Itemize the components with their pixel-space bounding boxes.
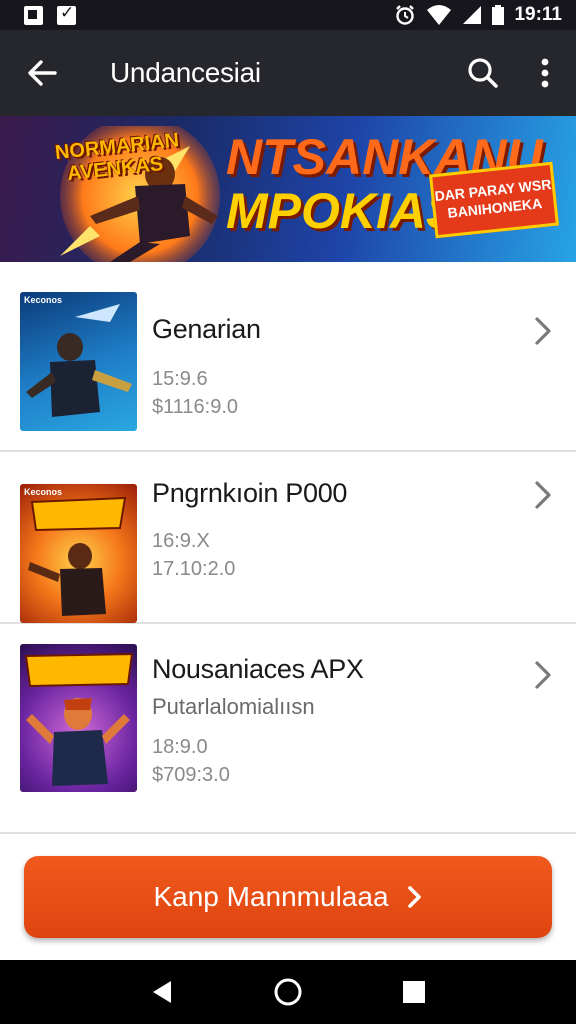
search-icon bbox=[468, 58, 498, 88]
system-nav-bar bbox=[0, 960, 576, 1024]
status-time: 19:11 bbox=[514, 4, 562, 25]
game-art bbox=[26, 304, 132, 417]
more-vert-icon bbox=[541, 58, 549, 88]
chevron-right-icon bbox=[535, 481, 551, 509]
back-arrow-icon bbox=[28, 60, 57, 86]
item-thumbnail: Keconos bbox=[20, 292, 137, 431]
item-subtitle: Putarlalomialıısn bbox=[152, 694, 315, 719]
battery-icon bbox=[492, 5, 505, 25]
item-version: 16:9.X bbox=[152, 530, 210, 552]
promo-banner[interactable]: NORMARIAN AVENKAS NTSANKANU MPOKIAS DAR … bbox=[0, 116, 576, 262]
list-item[interactable]: Keconos Genarian 15:9.6 $1116:9.0 bbox=[0, 262, 576, 452]
primary-action-button[interactable]: Kanp Mannmulaaa bbox=[24, 856, 552, 938]
item-price: $709:3.0 bbox=[152, 764, 230, 786]
checkbox-icon bbox=[57, 3, 76, 25]
app-list: Keconos Genarian 15:9.6 $1116:9.0 Kecono… bbox=[0, 262, 576, 834]
recents-square-icon[interactable] bbox=[402, 980, 426, 1004]
notification-icon bbox=[24, 5, 43, 25]
item-thumbnail bbox=[20, 644, 137, 792]
page-title: Undancesiai bbox=[110, 57, 261, 88]
list-item[interactable]: Keconos Pngrnkıoin P000 16:9.X 17.10:2.0 bbox=[0, 452, 576, 624]
back-button[interactable] bbox=[0, 30, 84, 116]
game-art bbox=[24, 652, 134, 786]
search-button[interactable] bbox=[452, 30, 514, 116]
cta-area: Kanp Mannmulaaa bbox=[0, 834, 576, 960]
home-circle-icon[interactable] bbox=[273, 977, 303, 1007]
item-price: 17.10:2.0 bbox=[152, 558, 236, 580]
app-bar: Undancesiai bbox=[0, 30, 576, 116]
chevron-right-icon bbox=[535, 661, 551, 689]
signal-icon bbox=[463, 6, 482, 24]
chevron-right-icon bbox=[535, 317, 551, 345]
item-price: $1116:9.0 bbox=[152, 396, 239, 418]
item-title: Genarian bbox=[152, 314, 261, 344]
item-version: 15:9.6 bbox=[152, 368, 208, 390]
banner-badge: DAR PARAY WSR BANIHONEKA bbox=[428, 161, 560, 239]
more-options-button[interactable] bbox=[514, 30, 576, 116]
item-title: Pngrnkıoin P000 bbox=[152, 478, 348, 508]
wifi-icon bbox=[427, 5, 452, 25]
back-triangle-icon[interactable] bbox=[150, 979, 174, 1005]
item-version: 18:9.0 bbox=[152, 736, 208, 758]
game-art bbox=[28, 496, 127, 616]
list-item[interactable]: Nousaniaces APX Putarlalomialıısn 18:9.0… bbox=[0, 624, 576, 834]
status-bar: 19:11 bbox=[0, 0, 576, 30]
primary-action-label: Kanp Mannmulaaa bbox=[153, 881, 389, 912]
alarm-icon bbox=[396, 5, 415, 25]
item-thumbnail: Keconos bbox=[20, 484, 137, 623]
item-title: Nousaniaces APX bbox=[152, 654, 364, 684]
chevron-right-icon bbox=[407, 886, 421, 908]
